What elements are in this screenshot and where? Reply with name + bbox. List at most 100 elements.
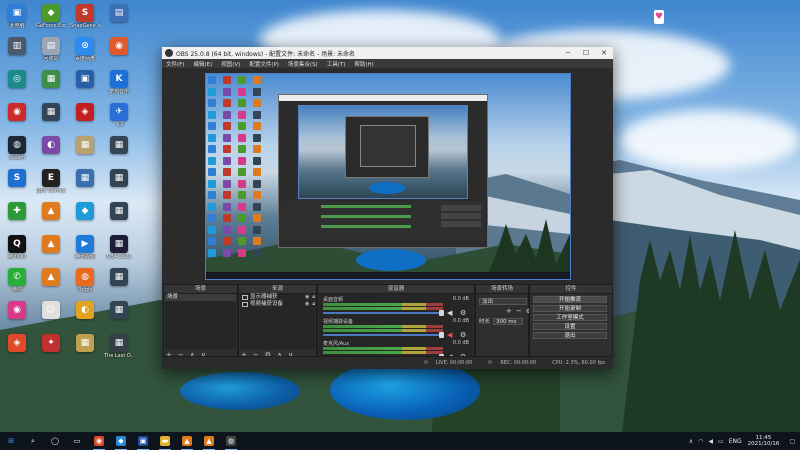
taskbar-item[interactable]: ⌕ (22, 432, 44, 450)
scene-item[interactable]: 场景 (165, 294, 236, 301)
desktop-icon[interactable]: ✦ (36, 334, 66, 353)
chevron-up-icon[interactable]: ∧ (689, 438, 693, 445)
language-indicator[interactable]: ENG (729, 438, 742, 445)
desktop-icon[interactable]: ◍ Origin (70, 268, 100, 293)
lock-icon[interactable]: 🔒︎ (312, 301, 315, 308)
desktop-icon[interactable]: ⊙ 百度网盘 (70, 37, 100, 62)
taskbar-item[interactable]: ▭ (66, 432, 88, 450)
desktop-icon[interactable]: ◐ (70, 301, 100, 320)
desktop-icon[interactable]: ▦ (70, 136, 100, 155)
desktop-icon[interactable]: ◆ (70, 202, 100, 221)
taskbar-item[interactable]: ▲ (176, 432, 198, 450)
menu-item[interactable]: 视图(V) (221, 60, 240, 68)
transition-select[interactable]: 淡出 (479, 297, 527, 305)
minimize-button[interactable]: ─ (559, 49, 577, 57)
desktop-icon[interactable]: ◆GeForce Experience (36, 4, 66, 29)
wifi-icon[interactable]: ◠ (698, 438, 703, 445)
desktop-icon[interactable]: ▦ (36, 70, 66, 89)
taskbar-item[interactable]: ⊞ (0, 432, 22, 450)
desktop-icon[interactable]: K 酷狗音乐 (104, 70, 134, 95)
desktop-icon[interactable]: ▣ 此电脑 (2, 4, 32, 29)
add-transition-button[interactable]: + (506, 307, 512, 315)
desktop-icon[interactable]: SSnapGene Viewer (70, 4, 100, 29)
desktop-icon[interactable]: ▦ (70, 334, 100, 353)
scenes-list[interactable]: 场景 (165, 294, 236, 350)
taskbar-item[interactable]: ▬ (154, 432, 176, 450)
desktop-icon[interactable]: ◐ (36, 136, 66, 155)
sticker-icon[interactable]: ♥ (654, 10, 664, 24)
desktop-icon[interactable]: ▦ (104, 136, 134, 155)
desktop-icon[interactable]: ◉ (2, 301, 32, 320)
start-streaming-button[interactable]: 开始推流 (533, 296, 607, 303)
menu-item[interactable]: 帮助(H) (354, 60, 373, 68)
menu-item[interactable]: 配置文件(P) (249, 60, 279, 68)
obs-window[interactable]: OBS 25.0.8 (64 bit, windows) - 配置文件: 未命名… (162, 47, 613, 369)
menu-item[interactable]: 编辑(E) (193, 60, 212, 68)
desktop-icon[interactable]: ▤ 回收站 (36, 37, 66, 62)
gear-icon[interactable]: ⚙ (460, 331, 466, 339)
speaker-icon[interactable]: ◀︎ (447, 331, 452, 339)
desktop-icon[interactable]: ▣ (70, 70, 100, 89)
desktop-icon[interactable]: ✈ 飞书 (104, 103, 134, 128)
volume-icon[interactable]: ◀︎ (708, 438, 713, 445)
volume-slider[interactable] (323, 312, 443, 314)
volume-slider[interactable] (323, 334, 443, 336)
desktop-icon[interactable]: ▲ (36, 202, 66, 221)
source-item-camera[interactable]: 视频捕获设备 ◉ 🔒︎ (240, 301, 315, 308)
desktop-icon[interactable]: ✚ (2, 202, 32, 221)
source-item-display[interactable]: 显示器捕获 ◉ 🔒︎ (240, 294, 315, 301)
desktop-icon[interactable]: EEpic Games Launcher (36, 169, 66, 194)
volume-slider-handle[interactable] (439, 332, 444, 338)
gear-icon[interactable]: ⚙ (460, 309, 466, 317)
visibility-eye-icon[interactable]: ◉ (305, 294, 309, 301)
desktop-icon[interactable]: ▦ (104, 169, 134, 188)
desktop-icon[interactable]: ▲ (36, 268, 66, 287)
obs-titlebar[interactable]: OBS 25.0.8 (64 bit, windows) - 配置文件: 未命名… (162, 47, 613, 59)
desktop-icon[interactable]: ▦ (104, 268, 134, 287)
desktop-icon[interactable]: ▦ (104, 202, 134, 221)
desktop-icon[interactable]: ◍ Steam (2, 136, 32, 161)
lock-icon[interactable]: 🔒︎ (312, 294, 315, 301)
desktop-icon[interactable]: ▶ 腾讯视频 (70, 235, 100, 260)
desktop-icon[interactable]: ◈ (70, 103, 100, 122)
volume-slider-handle[interactable] (439, 310, 444, 316)
studio-mode-button[interactable]: 工作室模式 (533, 314, 607, 321)
clock[interactable]: 11:45 2021/10/16 (748, 435, 780, 447)
preview-canvas[interactable] (205, 73, 571, 280)
taskbar-item[interactable]: ◉ (88, 432, 110, 450)
desktop-icon[interactable]: ▲ (36, 235, 66, 254)
desktop-icon[interactable]: ▥ (2, 37, 32, 56)
taskbar-item[interactable]: ▣ (132, 432, 154, 450)
desktop-icon[interactable]: S (2, 169, 32, 188)
speaker-icon[interactable]: ◀︎ (447, 309, 452, 317)
desktop-icon[interactable]: ▦ The Last O... (104, 334, 134, 359)
desktop-icon[interactable]: ▦ (104, 301, 134, 320)
notification-icon[interactable]: ▢ (789, 438, 795, 445)
duration-input[interactable]: 300 ms (493, 317, 524, 325)
desktop-icon[interactable]: ☺ (36, 301, 66, 320)
remove-transition-button[interactable]: − (516, 307, 522, 315)
taskbar-item[interactable]: ◍ (220, 432, 242, 450)
menu-item[interactable]: 场景集合(S) (288, 60, 318, 68)
desktop-icon[interactable]: Q 腾讯QQ (2, 235, 32, 260)
settings-button[interactable]: 设置 (533, 323, 607, 330)
menu-item[interactable]: 文件(F) (166, 60, 184, 68)
taskbar-item[interactable]: ◯ (44, 432, 66, 450)
taskbar-item[interactable]: ▲ (198, 432, 220, 450)
start-recording-button[interactable]: 开始录制 (533, 305, 607, 312)
taskbar-item[interactable]: ◆ (110, 432, 132, 450)
battery-icon[interactable]: ▭ (718, 438, 724, 445)
desktop-icon[interactable]: ▦ NBA 2K21 (104, 235, 134, 260)
maximize-button[interactable]: ☐ (577, 49, 595, 57)
close-button[interactable]: ✕ (595, 49, 613, 57)
desktop-icon[interactable]: ◉ (2, 103, 32, 122)
desktop-icon[interactable]: ▦ (36, 103, 66, 122)
desktop-icon[interactable]: ◉ (104, 37, 134, 56)
menu-item[interactable]: 工具(T) (327, 60, 346, 68)
desktop-icon[interactable]: ✆ 微信 (2, 268, 32, 293)
desktop-icon[interactable]: ◈ (2, 334, 32, 353)
sources-list[interactable]: 显示器捕获 ◉ 🔒︎ 视频捕获设备 ◉ 🔒︎ (240, 294, 315, 350)
exit-button[interactable]: 退出 (533, 332, 607, 339)
desktop-icon[interactable]: ◎ (2, 70, 32, 89)
desktop-icon[interactable]: ▦ (70, 169, 100, 188)
